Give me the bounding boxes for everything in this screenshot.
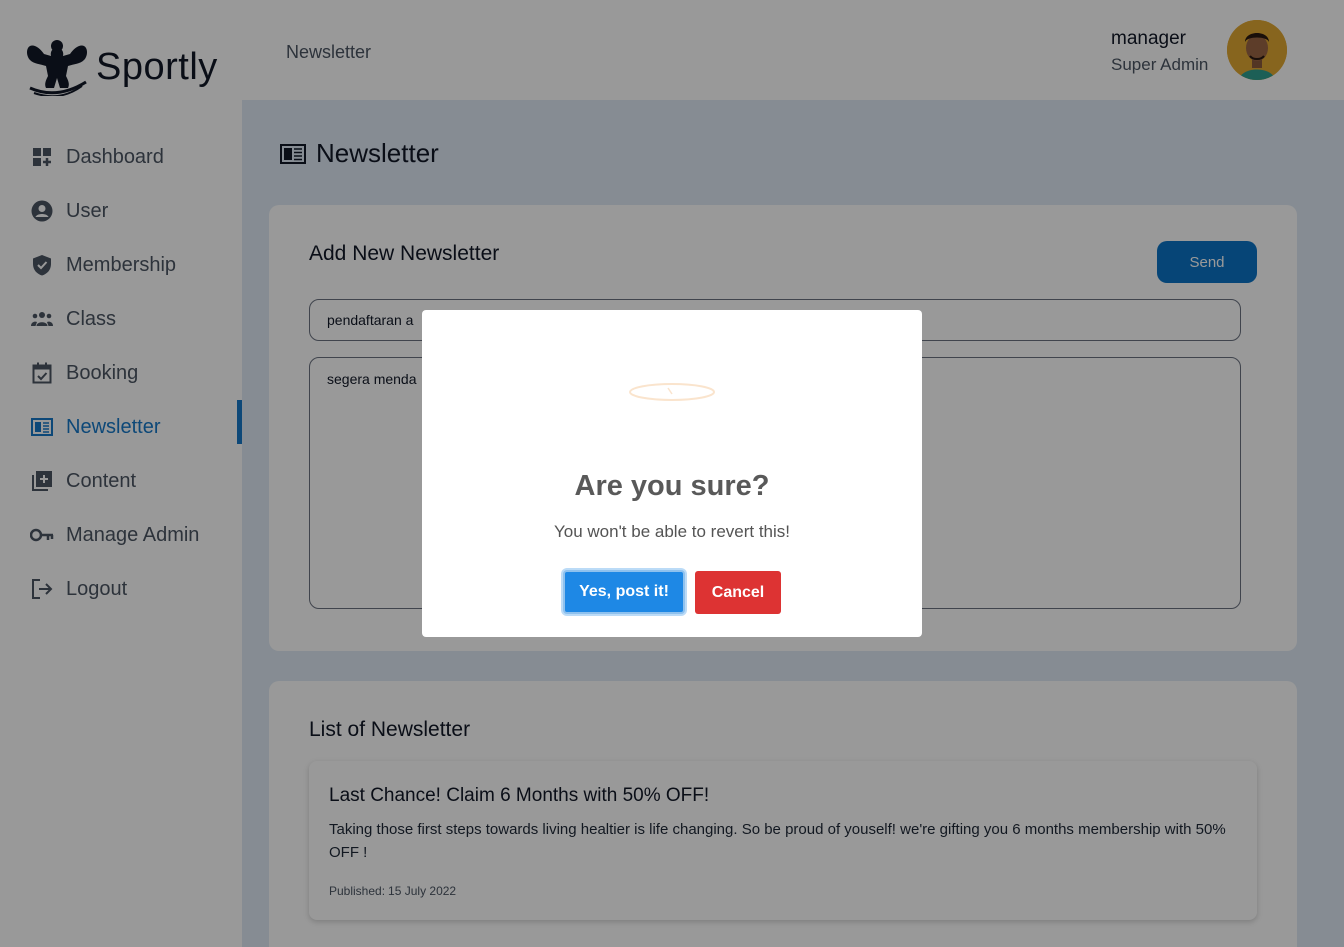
confirm-dialog: Are you sure? You won't be able to rever… <box>422 310 922 637</box>
dialog-title: Are you sure? <box>574 470 770 502</box>
confirm-button[interactable]: Yes, post it! <box>563 570 685 614</box>
cancel-button[interactable]: Cancel <box>695 571 781 614</box>
dialog-text: You won't be able to revert this! <box>553 522 791 541</box>
warning-icon <box>629 383 715 401</box>
